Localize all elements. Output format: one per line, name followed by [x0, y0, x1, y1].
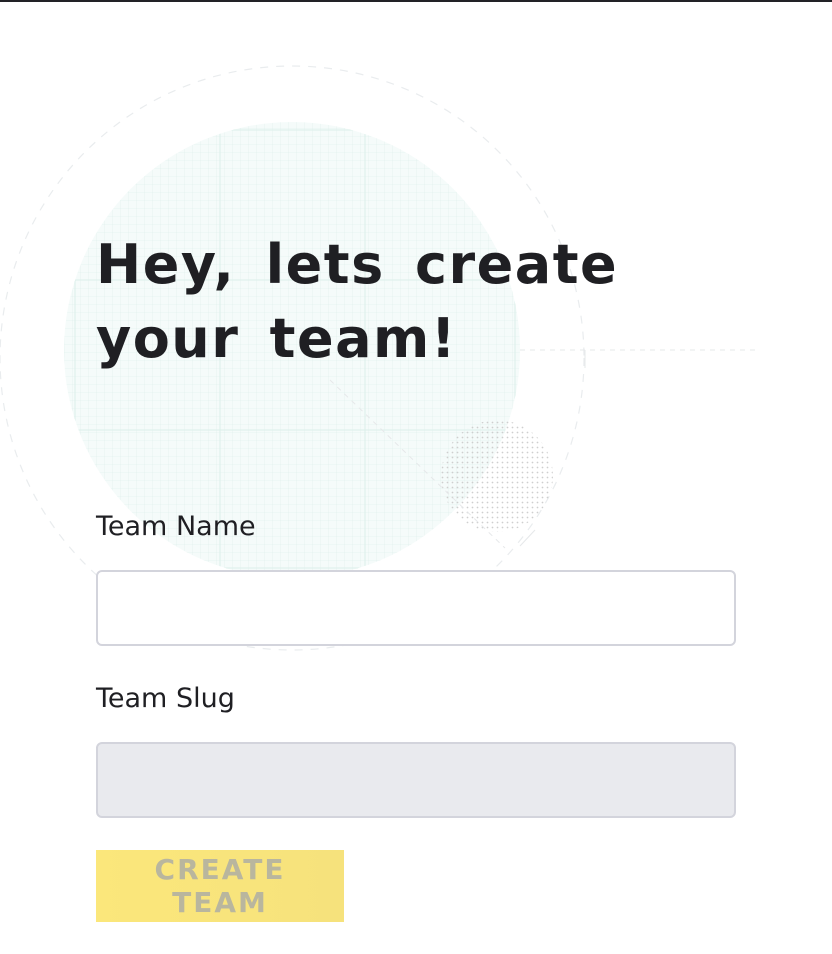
- top-border: [0, 0, 832, 2]
- team-name-input[interactable]: [96, 570, 736, 646]
- team-name-label: Team Name: [96, 511, 256, 542]
- create-team-button[interactable]: CREATE TEAM: [96, 850, 344, 922]
- team-slug-label: Team Slug: [96, 683, 235, 714]
- guide-lines: [329, 349, 760, 549]
- team-slug-input[interactable]: [96, 742, 736, 818]
- dotted-circle: [441, 420, 553, 532]
- page-title: Hey, lets create your team!: [96, 233, 619, 370]
